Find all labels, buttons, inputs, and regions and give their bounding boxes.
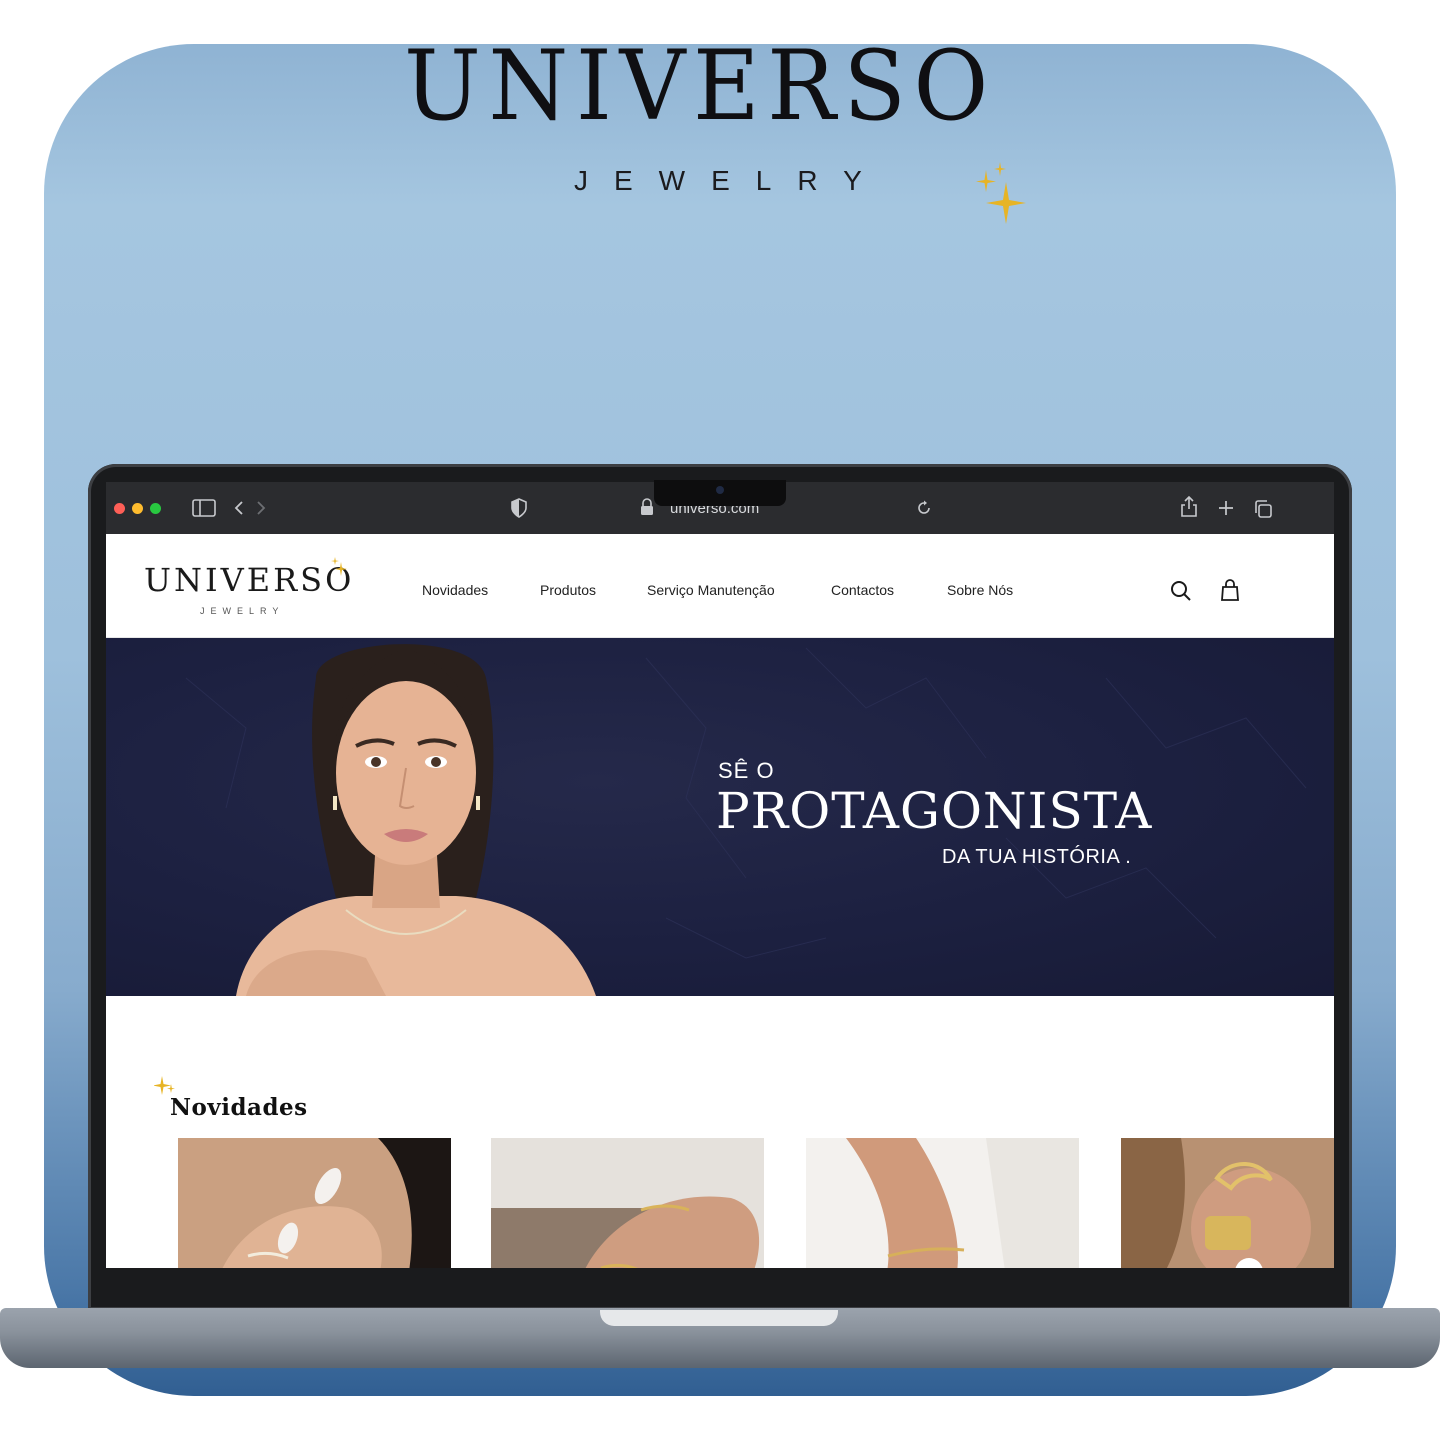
product-card[interactable] [491, 1138, 764, 1268]
product-image-rings [491, 1138, 764, 1268]
bag-icon[interactable] [1220, 578, 1240, 602]
shield-icon[interactable] [511, 498, 527, 518]
hero-banner[interactable]: SÊ O PROTAGONISTA DA TUA HISTÓRIA . [106, 638, 1334, 996]
site-logo-title: UNIVERSO [144, 561, 355, 599]
nav-contactos[interactable]: Contactos [831, 582, 894, 598]
camera-notch [654, 480, 786, 506]
lock-icon [641, 498, 653, 515]
model-photo [236, 644, 596, 996]
product-card[interactable] [178, 1138, 451, 1268]
site-header: UNIVERSO JEWELRY Novidades Produtos Serv… [106, 534, 1334, 638]
sparkle-icon [976, 162, 1026, 224]
section-title-novidades: Novidades [170, 1094, 308, 1121]
nav-sobre-nos[interactable]: Sobre Nós [947, 582, 1013, 598]
sidebar-icon[interactable] [192, 499, 216, 517]
search-icon[interactable] [1170, 580, 1192, 602]
product-image-ear-cuff [1121, 1138, 1334, 1268]
nav-produtos[interactable]: Produtos [540, 582, 596, 598]
tabs-overview-icon[interactable] [1254, 500, 1272, 518]
nav-servico-manutencao[interactable]: Serviço Manutenção [647, 582, 775, 598]
laptop-opening-notch [600, 1310, 838, 1326]
back-icon[interactable] [234, 500, 244, 516]
nav-novidades[interactable]: Novidades [422, 582, 488, 598]
product-image-bracelet [806, 1138, 1079, 1268]
brand-title: UNIVERSO [404, 30, 996, 142]
product-image-ring-hand [178, 1138, 451, 1268]
site-logo-subtitle: JEWELRY [200, 606, 285, 616]
zoom-window-button[interactable] [150, 503, 161, 514]
hero-pretitle: SÊ O [718, 758, 775, 783]
brand-subtitle: JEWELRY [574, 165, 888, 196]
product-card[interactable] [1121, 1138, 1334, 1268]
minimize-window-button[interactable] [132, 503, 143, 514]
website-viewport: UNIVERSO JEWELRY Novidades Produtos Serv… [106, 534, 1334, 1268]
hero-title: PROTAGONISTA [716, 782, 1153, 840]
close-window-button[interactable] [114, 503, 125, 514]
share-icon[interactable] [1180, 496, 1198, 518]
camera-lens [716, 486, 724, 494]
forward-icon[interactable] [256, 500, 266, 516]
reload-icon[interactable] [916, 500, 932, 516]
site-logo-sparkle-icon [331, 557, 347, 576]
hero-subtitle: DA TUA HISTÓRIA . [942, 846, 1132, 868]
new-tab-icon[interactable] [1218, 500, 1234, 516]
product-card[interactable] [806, 1138, 1079, 1268]
laptop-bottom-bezel [106, 1268, 1334, 1282]
